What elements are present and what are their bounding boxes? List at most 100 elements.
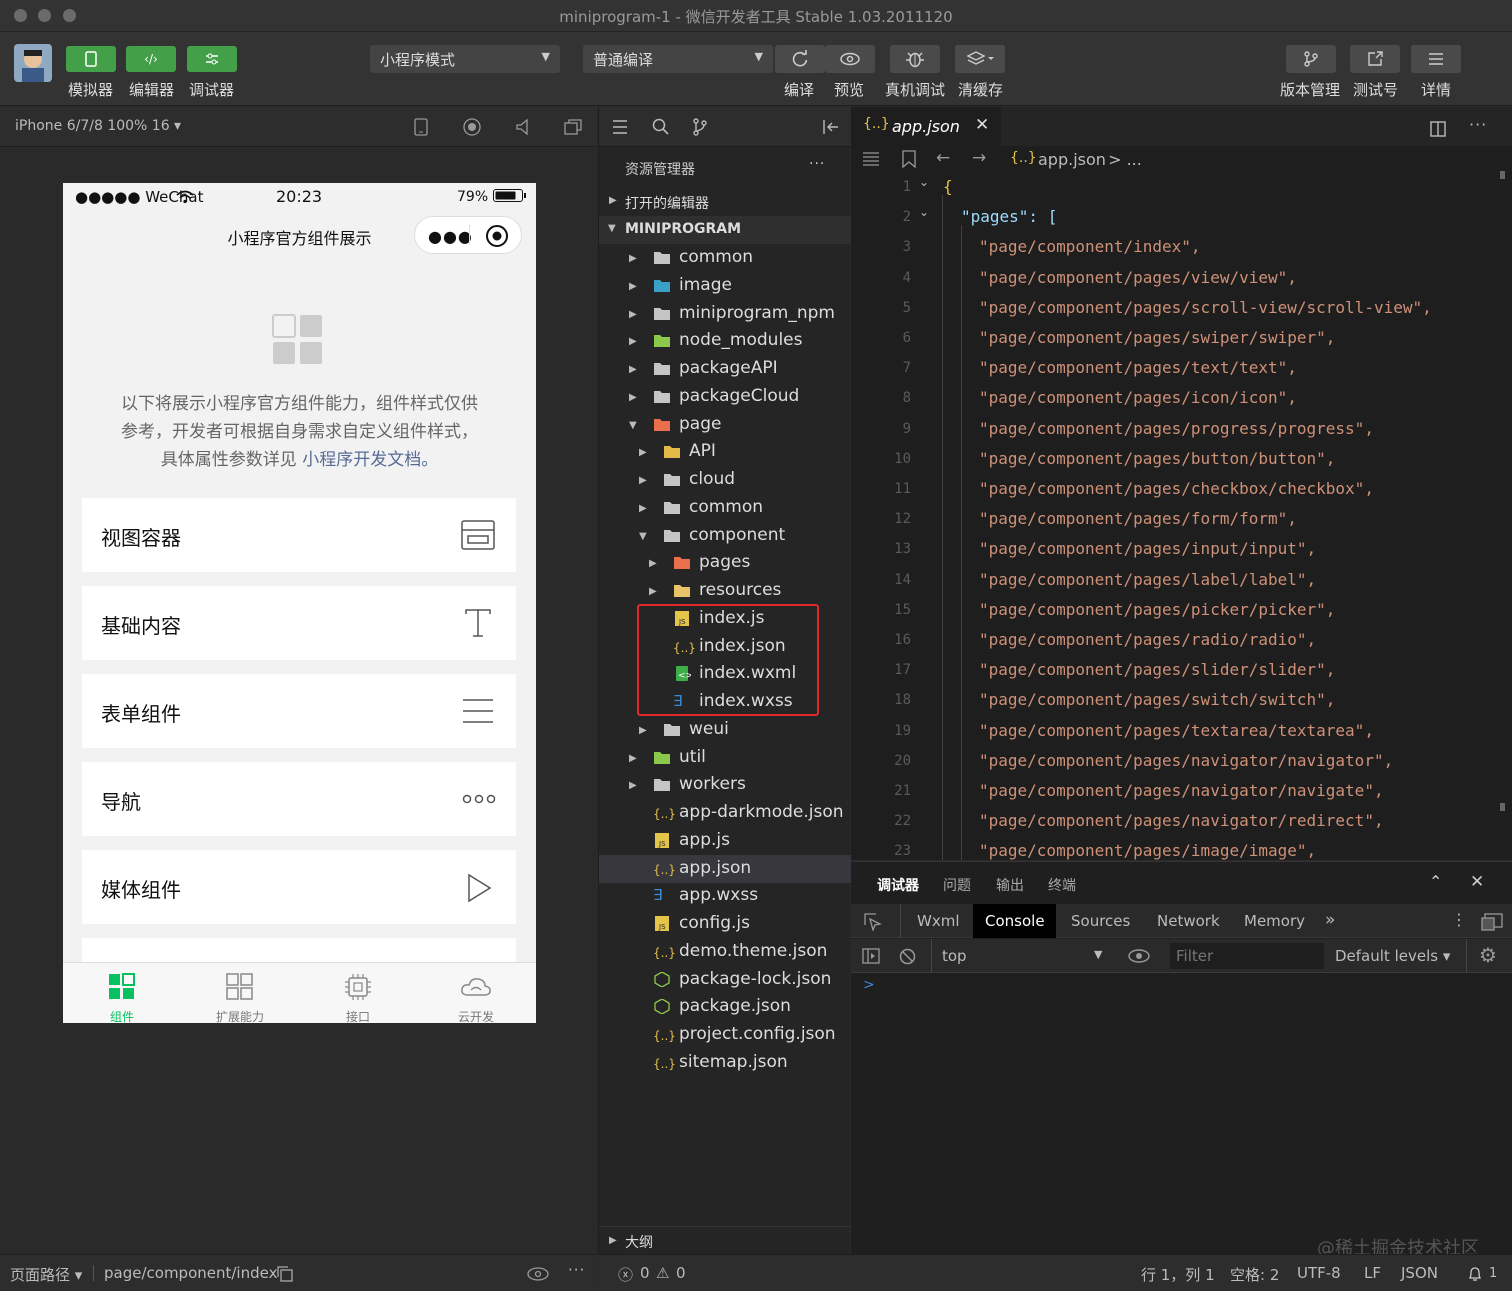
dock-side-icon[interactable] xyxy=(1481,913,1503,931)
project-section[interactable]: ▼ MINIPROGRAM xyxy=(599,216,851,244)
list-view-icon[interactable] xyxy=(862,152,880,166)
filter-input[interactable] xyxy=(1170,943,1324,969)
editor-toggle-button[interactable]: ‹/› xyxy=(126,46,176,72)
close-miniprogram-icon[interactable] xyxy=(485,224,509,248)
card-media-components[interactable]: 媒体组件 xyxy=(82,850,516,924)
log-levels-select[interactable]: Default levels ▾ xyxy=(1335,947,1450,965)
devtools-tab-console[interactable]: Console xyxy=(973,904,1056,938)
code-editor[interactable]: ← → {..} app.json > ... 1 ⌄ {2 ⌄ "pages": [3… xyxy=(851,147,1512,860)
tree-item[interactable]: {..} app-darkmode.json xyxy=(599,799,851,827)
back-arrow-icon[interactable]: ← xyxy=(936,148,950,168)
chevron-right-icon[interactable]: ▶ xyxy=(639,503,647,514)
tab-components[interactable]: 组件 xyxy=(82,963,162,1023)
sidebar-toggle-icon[interactable] xyxy=(862,948,880,964)
tree-item[interactable]: {..} demo.theme.json xyxy=(599,938,851,966)
live-expression-eye-icon[interactable] xyxy=(1128,949,1150,963)
console-prompt[interactable]: > xyxy=(863,977,875,993)
filter-text-field[interactable] xyxy=(1170,943,1324,969)
phone-rotate-icon[interactable] xyxy=(414,118,428,136)
volume-icon[interactable] xyxy=(515,118,531,136)
tree-item[interactable]: package.json xyxy=(599,993,851,1021)
tree-item[interactable]: ▶ resources xyxy=(599,577,851,605)
tab-cloud[interactable]: 云开发 xyxy=(436,963,516,1023)
simulator-toggle-button[interactable] xyxy=(66,46,116,72)
source-control-icon[interactable] xyxy=(692,118,708,136)
clear-console-icon[interactable] xyxy=(899,948,916,965)
panel-tab-debugger[interactable]: 调试器 xyxy=(877,875,919,895)
outline-section[interactable]: ▶ 大纲 xyxy=(599,1226,851,1254)
chevron-right-icon[interactable]: ▶ xyxy=(629,392,637,403)
panel-tab-terminal[interactable]: 终端 xyxy=(1048,875,1076,895)
tree-item[interactable]: JS config.js xyxy=(599,910,851,938)
indentation[interactable]: 空格: 2 xyxy=(1230,1264,1279,1285)
more-options-icon[interactable]: ··· xyxy=(568,1261,585,1279)
forward-arrow-icon[interactable]: → xyxy=(972,148,986,168)
debugger-toggle-button[interactable] xyxy=(187,46,237,72)
chevron-right-icon[interactable]: ▶ xyxy=(629,364,637,375)
language-mode[interactable]: JSON xyxy=(1401,1264,1438,1282)
tree-item[interactable]: ▶ node_modules xyxy=(599,327,851,355)
mode-select[interactable]: 小程序模式 ▼ xyxy=(370,45,560,73)
compile-button[interactable] xyxy=(775,45,825,73)
tree-item[interactable]: ▶ common xyxy=(599,494,851,522)
panel-tab-output[interactable]: 输出 xyxy=(996,875,1024,895)
tab-api[interactable]: 接口 xyxy=(318,963,398,1023)
card-navigation[interactable]: 导航 xyxy=(82,762,516,836)
tree-item[interactable]: package-lock.json xyxy=(599,966,851,994)
chevron-down-icon[interactable]: ▼ xyxy=(639,531,647,542)
page-path-label[interactable]: 页面路径 ▾ xyxy=(10,1264,82,1285)
bell-icon[interactable] xyxy=(1467,1266,1483,1282)
compile-mode-select[interactable]: 普通编译 ▼ xyxy=(583,45,773,73)
remote-debug-button[interactable] xyxy=(890,45,940,73)
bookmark-icon[interactable] xyxy=(902,150,916,168)
devtools-tab-memory[interactable]: Memory xyxy=(1244,912,1305,930)
card-form-components[interactable]: 表单组件 xyxy=(82,674,516,748)
cursor-position[interactable]: 行 1，列 1 xyxy=(1141,1264,1215,1285)
tab-app-json[interactable]: {..} app.json ✕ xyxy=(851,107,1001,147)
search-icon[interactable] xyxy=(652,118,670,136)
detach-window-icon[interactable] xyxy=(564,118,582,136)
split-editor-icon[interactable] xyxy=(1430,121,1446,137)
chevron-right-icon[interactable]: ▶ xyxy=(629,336,637,347)
panel-tab-problems[interactable]: 问题 xyxy=(943,875,971,895)
context-select[interactable]: top ▼ xyxy=(932,939,1114,973)
settings-gear-icon[interactable]: ⚙ xyxy=(1479,943,1497,967)
chevron-up-icon[interactable]: ⌃ xyxy=(1429,872,1442,891)
collapse-sidebar-icon[interactable] xyxy=(822,118,840,136)
tree-item[interactable]: ▶ pages xyxy=(599,549,851,577)
chevron-right-icon[interactable]: ▶ xyxy=(639,475,647,486)
chevron-right-icon[interactable]: ▶ xyxy=(629,253,637,264)
explorer-more-button[interactable]: ··· xyxy=(809,156,825,172)
dev-docs-link[interactable]: 小程序开发文档。 xyxy=(302,450,438,470)
clear-cache-button[interactable] xyxy=(955,45,1005,73)
chevron-down-icon[interactable]: ▼ xyxy=(629,420,637,431)
breadcrumb-file[interactable]: app.json xyxy=(1038,150,1106,169)
kebab-menu-icon[interactable]: ⋮ xyxy=(1451,910,1467,929)
more-tabs-icon[interactable]: » xyxy=(1325,910,1335,930)
devtools-tab-sources[interactable]: Sources xyxy=(1071,912,1130,930)
card-view-container[interactable]: 视图容器 xyxy=(82,498,516,572)
list-icon[interactable] xyxy=(612,119,628,135)
details-button[interactable] xyxy=(1411,45,1461,73)
tree-item[interactable]: ▶ API xyxy=(599,438,851,466)
card-basic-content[interactable]: 基础内容 xyxy=(82,586,516,660)
tree-item[interactable]: ▶ util xyxy=(599,744,851,772)
fold-chevron-icon[interactable]: ⌄ xyxy=(919,205,929,219)
tree-item[interactable]: ▶ miniprogram_npm xyxy=(599,300,851,328)
tree-item[interactable]: ▼ component xyxy=(599,522,851,550)
editor-more-button[interactable]: ··· xyxy=(1469,115,1487,134)
breadcrumb-more[interactable]: > ... xyxy=(1103,150,1142,169)
copy-icon[interactable] xyxy=(277,1266,293,1282)
chevron-right-icon[interactable]: ▶ xyxy=(629,753,637,764)
test-account-button[interactable] xyxy=(1350,45,1400,73)
tree-item[interactable]: {..} sitemap.json xyxy=(599,1049,851,1077)
preview-button[interactable] xyxy=(825,45,875,73)
version-control-button[interactable] xyxy=(1286,45,1336,73)
tree-item[interactable]: ∃ app.wxss xyxy=(599,882,851,910)
tree-item[interactable]: {..} app.json xyxy=(599,854,851,883)
devtools-tab-network[interactable]: Network xyxy=(1157,912,1220,930)
devtools-tab-wxml[interactable]: Wxml xyxy=(917,912,960,930)
tree-item[interactable]: ▶ cloud xyxy=(599,466,851,494)
tree-item[interactable]: ▶ image xyxy=(599,272,851,300)
tree-item[interactable]: ▶ packageAPI xyxy=(599,355,851,383)
